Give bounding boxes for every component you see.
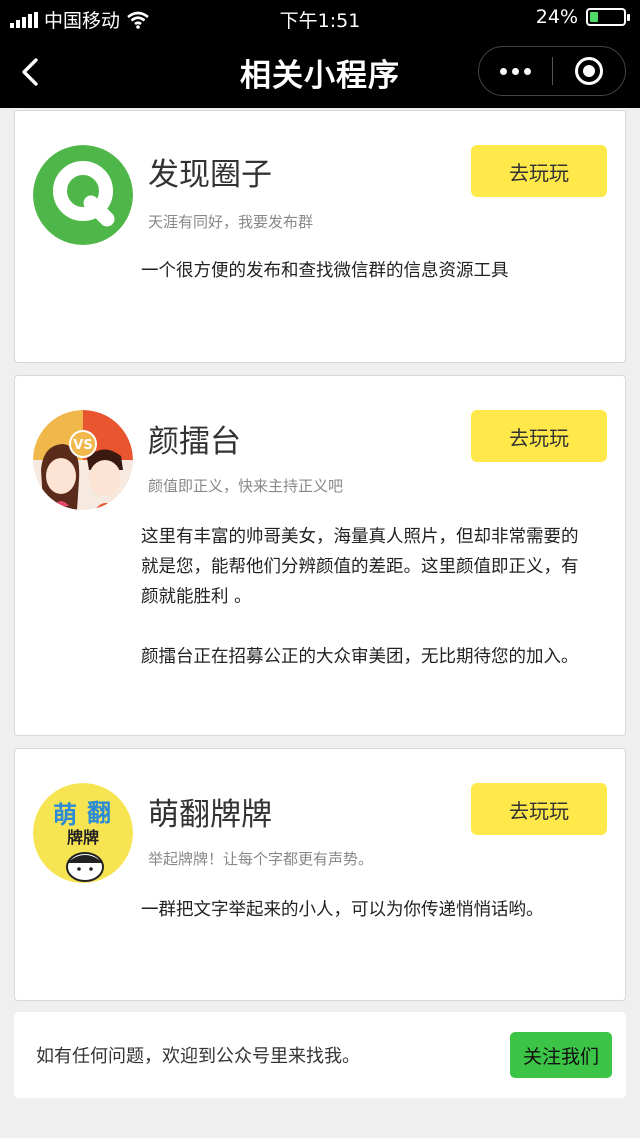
app-name: 颜擂台 — [148, 424, 241, 460]
description-paragraph: 颜擂台正在招募公正的大众审美团，无比期待您的加入。 — [141, 647, 579, 667]
capsule-menu — [478, 46, 626, 96]
status-bar: 中国移动 下午1:51 24% — [0, 0, 640, 36]
description-paragraph: 一群把文字举起来的小人，可以为你传递悄悄话哟。 — [141, 900, 544, 920]
footer-text: 如有任何问题，欢迎到公众号里来找我。 — [36, 1046, 360, 1067]
play-button[interactable]: 去玩玩 — [471, 783, 607, 835]
more-dots-icon — [500, 67, 507, 75]
app-description: 一群把文字举起来的小人，可以为你传递悄悄话哟。 — [141, 895, 595, 925]
description-paragraph: 一个很方便的发布和查找微信群的信息资源工具 — [141, 261, 509, 281]
svg-text:牌牌: 牌牌 — [67, 828, 99, 847]
play-button[interactable]: 去玩玩 — [471, 410, 607, 462]
discover-app-icon — [33, 145, 133, 245]
app-description: 这里有丰富的帅哥美女，海量真人照片，但却非常需要的就是您，能帮他们分辨颜值的差距… — [141, 522, 595, 672]
play-button[interactable]: 去玩玩 — [471, 145, 607, 197]
app-card-discover: 发现圈子 天涯有同好，我要发布群 去玩玩 一个很方便的发布和查找微信群的信息资源… — [14, 110, 626, 363]
footer-bar: 如有任何问题，欢迎到公众号里来找我。 关注我们 — [14, 1012, 626, 1098]
target-close-icon — [574, 57, 603, 85]
more-button[interactable] — [479, 47, 552, 95]
app-subtitle: 举起牌牌！让每个字都更有声势。 — [148, 850, 374, 868]
app-name: 萌翻牌牌 — [148, 797, 272, 833]
face-arena-app-icon: VS — [33, 410, 133, 510]
app-subtitle: 天涯有同好，我要发布群 — [148, 213, 314, 231]
nav-bar: 相关小程序 — [0, 36, 640, 108]
battery-fill — [590, 12, 598, 22]
status-right: 24% — [535, 6, 630, 28]
more-dot — [512, 67, 519, 75]
cute-sign-app-icon: 萌 翻 牌牌 — [33, 783, 133, 883]
app-description: 一个很方便的发布和查找微信群的信息资源工具 — [141, 256, 595, 286]
app-card-cute-sign: 萌 翻 牌牌 萌翻牌牌 举起牌牌！让每个字都更有声势。 去玩玩 一群把文字举起来… — [14, 748, 626, 1001]
svg-text:翻: 翻 — [87, 799, 111, 827]
svg-text:VS: VS — [73, 438, 92, 453]
close-button[interactable] — [553, 47, 625, 95]
more-dot — [524, 67, 531, 75]
follow-button[interactable]: 关注我们 — [510, 1032, 612, 1078]
svg-text:萌: 萌 — [53, 801, 77, 829]
description-paragraph: 这里有丰富的帅哥美女，海量真人照片，但却非常需要的就是您，能帮他们分辨颜值的差距… — [141, 527, 579, 607]
app-name: 发现圈子 — [148, 157, 272, 193]
battery-icon — [586, 8, 630, 26]
app-subtitle: 颜值即正义，快来主持正义吧 — [148, 477, 344, 495]
battery-percent: 24% — [535, 6, 578, 28]
app-card-face-arena: VS 颜擂台 颜值即正义，快来主持正义吧 去玩玩 这里有丰富的帅哥美女，海量真人… — [14, 375, 626, 736]
